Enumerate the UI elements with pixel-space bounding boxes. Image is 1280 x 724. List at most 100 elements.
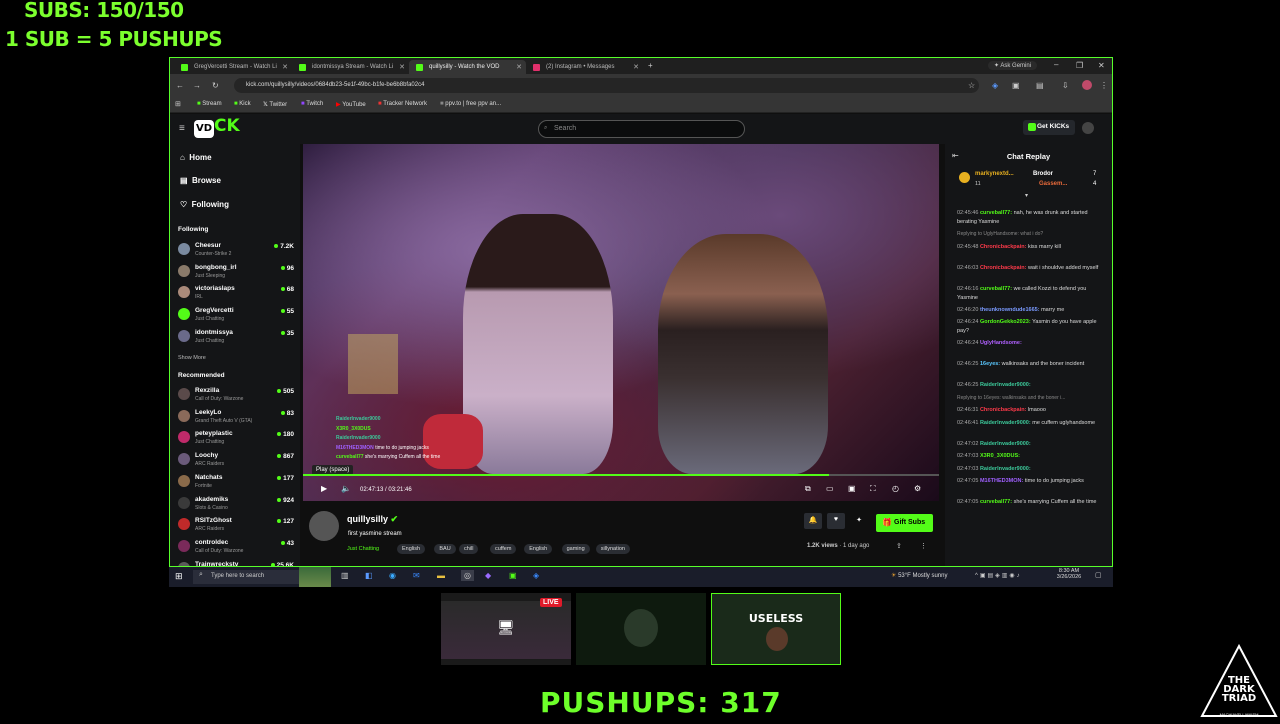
edge-icon[interactable]: ◉ <box>389 571 396 580</box>
menu-dots-icon[interactable]: ⋮ <box>1100 81 1108 90</box>
close-tab-icon[interactable]: ✕ <box>516 63 522 71</box>
bookmark-kick[interactable]: ■ Kick <box>234 101 251 107</box>
discord-icon[interactable]: ◆ <box>485 571 491 580</box>
chrome-taskbar-icon[interactable]: ◎ <box>461 570 474 581</box>
chat-username[interactable]: RaiderInvader9000: <box>980 441 1031 447</box>
sidebar-channel-row[interactable]: GregVercetti Just Chatting 55 <box>178 306 296 326</box>
sidebar-channel-row[interactable]: akademiks Slots & Casino 924 <box>178 495 296 515</box>
speed-icon[interactable]: ◴ <box>892 484 899 493</box>
share-icon[interactable]: ⇪ <box>896 542 902 550</box>
chat-username[interactable]: Chronicbackpain: <box>980 407 1026 413</box>
close-window-icon[interactable]: ✕ <box>1098 61 1105 70</box>
bookmark-twitch[interactable]: ■ Twitch <box>301 101 323 107</box>
close-tab-icon[interactable]: ✕ <box>282 63 288 71</box>
tag-pill[interactable]: cuffem <box>490 544 517 554</box>
sidebar-channel-row[interactable]: controldec Call of Duty: Warzone 43 <box>178 538 296 558</box>
tag-pill[interactable]: sillynation <box>595 544 630 554</box>
extensions-puzzle-icon[interactable]: ▣ <box>1012 81 1020 90</box>
category-link[interactable]: Just Chatting <box>347 544 384 554</box>
sidebar-channel-row[interactable]: Natchats Fortnite 177 <box>178 473 296 493</box>
taskbar-search[interactable]: Type here to search <box>193 570 301 584</box>
back-icon[interactable]: ← <box>176 81 184 90</box>
tab-gregvercetti[interactable]: GregVercetti Stream - Watch Li ✕ <box>174 60 292 74</box>
minimize-icon[interactable]: – <box>1054 60 1058 69</box>
settings-gear-icon[interactable]: ⚙ <box>914 484 921 493</box>
tab-instagram[interactable]: (2) Instagram • Messages ✕ <box>526 60 643 74</box>
apps-grid-icon[interactable]: ⊞ <box>175 100 181 108</box>
chat-username[interactable]: theunknowndude1665: <box>980 307 1040 313</box>
chat-username[interactable]: 16eyes: <box>980 361 1000 367</box>
more-options-icon[interactable]: ⋮ <box>920 542 927 550</box>
pinned-user-1[interactable]: markynextd... <box>975 171 1014 177</box>
tag-pill[interactable]: BAU <box>434 544 456 554</box>
chat-username[interactable]: RaiderInvader9000: <box>980 382 1031 388</box>
sidebar-channel-row[interactable]: Cheesur Counter-Strike 2 7.2K <box>178 241 296 261</box>
chat-username[interactable]: GordonGekko2023: <box>980 319 1031 325</box>
chat-username[interactable]: M16THED3MON: <box>980 478 1023 484</box>
forward-icon[interactable]: → <box>193 81 201 90</box>
sparkle-icon[interactable]: ✦ <box>850 513 868 529</box>
tag-pill[interactable]: English <box>524 544 553 554</box>
theater-icon[interactable]: ▭ <box>826 484 834 493</box>
sidebar-channel-row[interactable]: peteyplastic Just Chatting 180 <box>178 429 296 449</box>
chevron-down-icon[interactable]: ▾ <box>1025 192 1028 199</box>
sidebar-channel-row[interactable]: LeekyLo Grand Theft Auto V (GTA) 83 <box>178 408 296 428</box>
notification-bell-icon[interactable]: 🔔 <box>804 513 822 529</box>
tab-quillysilly[interactable]: quillysilly - Watch the VOD ✕ <box>409 60 526 74</box>
new-tab-icon[interactable]: + <box>648 61 653 70</box>
system-tray-icons[interactable]: ^▣▤◈▥◉♪ <box>975 572 1022 579</box>
ask-gemini-button[interactable]: ✦ Ask Gemini <box>988 61 1038 70</box>
windows-start-icon[interactable]: ⊞ <box>175 571 183 582</box>
clip-icon[interactable]: ⧉ <box>805 484 811 494</box>
chat-username[interactable]: curveball77: <box>980 499 1012 505</box>
nav-home[interactable]: ⌂ Home <box>180 153 212 162</box>
extension-icon[interactable]: ◈ <box>992 81 998 90</box>
channel-name[interactable]: quillysilly ✔ <box>347 514 398 525</box>
volume-icon[interactable]: 🔈 <box>341 484 351 493</box>
chat-username[interactable]: RaiderInvader9000: <box>980 466 1031 472</box>
reload-icon[interactable]: ↻ <box>212 81 219 90</box>
file-explorer-icon[interactable]: ▬ <box>437 571 445 580</box>
chat-username[interactable]: X3R0_3X0DUS: <box>980 453 1020 459</box>
nav-browse[interactable]: ▤ Browse <box>180 176 221 185</box>
profile-avatar[interactable] <box>1082 80 1092 90</box>
bookmark-star-icon[interactable]: ☆ <box>968 81 975 90</box>
user-avatar[interactable] <box>1082 122 1094 134</box>
task-view-icon[interactable]: ▥ <box>341 571 349 580</box>
sidebar-channel-row[interactable]: victoriaslaps IRL 68 <box>178 284 296 304</box>
close-tab-icon[interactable]: ✕ <box>399 63 405 71</box>
obs-icon[interactable]: ▣ <box>509 571 517 580</box>
chat-username[interactable]: Chronicbackpain: <box>980 265 1026 271</box>
fullscreen-icon[interactable]: ⛶ <box>870 484 876 494</box>
chat-username[interactable]: Chronicbackpain: <box>980 244 1026 250</box>
tag-pill[interactable]: gaming <box>561 544 590 554</box>
maximize-icon[interactable]: ❐ <box>1076 61 1083 70</box>
follow-heart-icon[interactable]: ♥ <box>827 513 845 529</box>
miniplayer-icon[interactable]: ▣ <box>848 484 856 493</box>
chat-username[interactable]: RaiderInvader9000: <box>980 420 1031 426</box>
chat-username[interactable]: UglyHandsome: <box>980 340 1022 346</box>
play-button-icon[interactable]: ▶ <box>321 484 327 493</box>
downloads-icon[interactable]: ⇩ <box>1062 81 1069 90</box>
close-tab-icon[interactable]: ✕ <box>633 63 639 71</box>
tab-idontmissya[interactable]: idontmissya Stream - Watch Li ✕ <box>292 60 409 74</box>
tag-pill[interactable]: English <box>397 544 426 554</box>
pinned-user-2[interactable]: Brodor <box>1033 171 1053 177</box>
store-icon[interactable]: ◧ <box>365 571 373 580</box>
notifications-icon[interactable]: ▢ <box>1095 571 1102 579</box>
channel-avatar[interactable] <box>309 511 339 541</box>
bookmark-youtube[interactable]: ▶ YouTube <box>336 101 366 108</box>
nav-following[interactable]: ♡ Following <box>180 200 229 209</box>
search-input[interactable]: Search <box>538 120 745 138</box>
chat-username[interactable]: curveball77: <box>980 286 1012 292</box>
sidebar-channel-row[interactable]: Loochy ARC Raiders 867 <box>178 451 296 471</box>
sidebar-channel-row[interactable]: Trainwreckstv 25.6K <box>178 560 296 566</box>
kick-logo[interactable]: VD CK <box>194 116 242 140</box>
clock[interactable]: 8:30 AM 3/26/2026 <box>1049 568 1089 580</box>
url-field[interactable]: kick.com/quillysilly/videos/0684db23-5e1… <box>234 78 979 93</box>
tag-pill[interactable]: chill <box>459 544 479 554</box>
sidebar-channel-row[interactable]: idontmissya Just Chatting 35 <box>178 328 296 348</box>
app-icon[interactable]: ◈ <box>533 571 539 580</box>
sidepanel-icon[interactable]: ▤ <box>1036 81 1044 90</box>
weather-widget[interactable]: ☀ 53°F Mostly sunny <box>891 572 947 579</box>
